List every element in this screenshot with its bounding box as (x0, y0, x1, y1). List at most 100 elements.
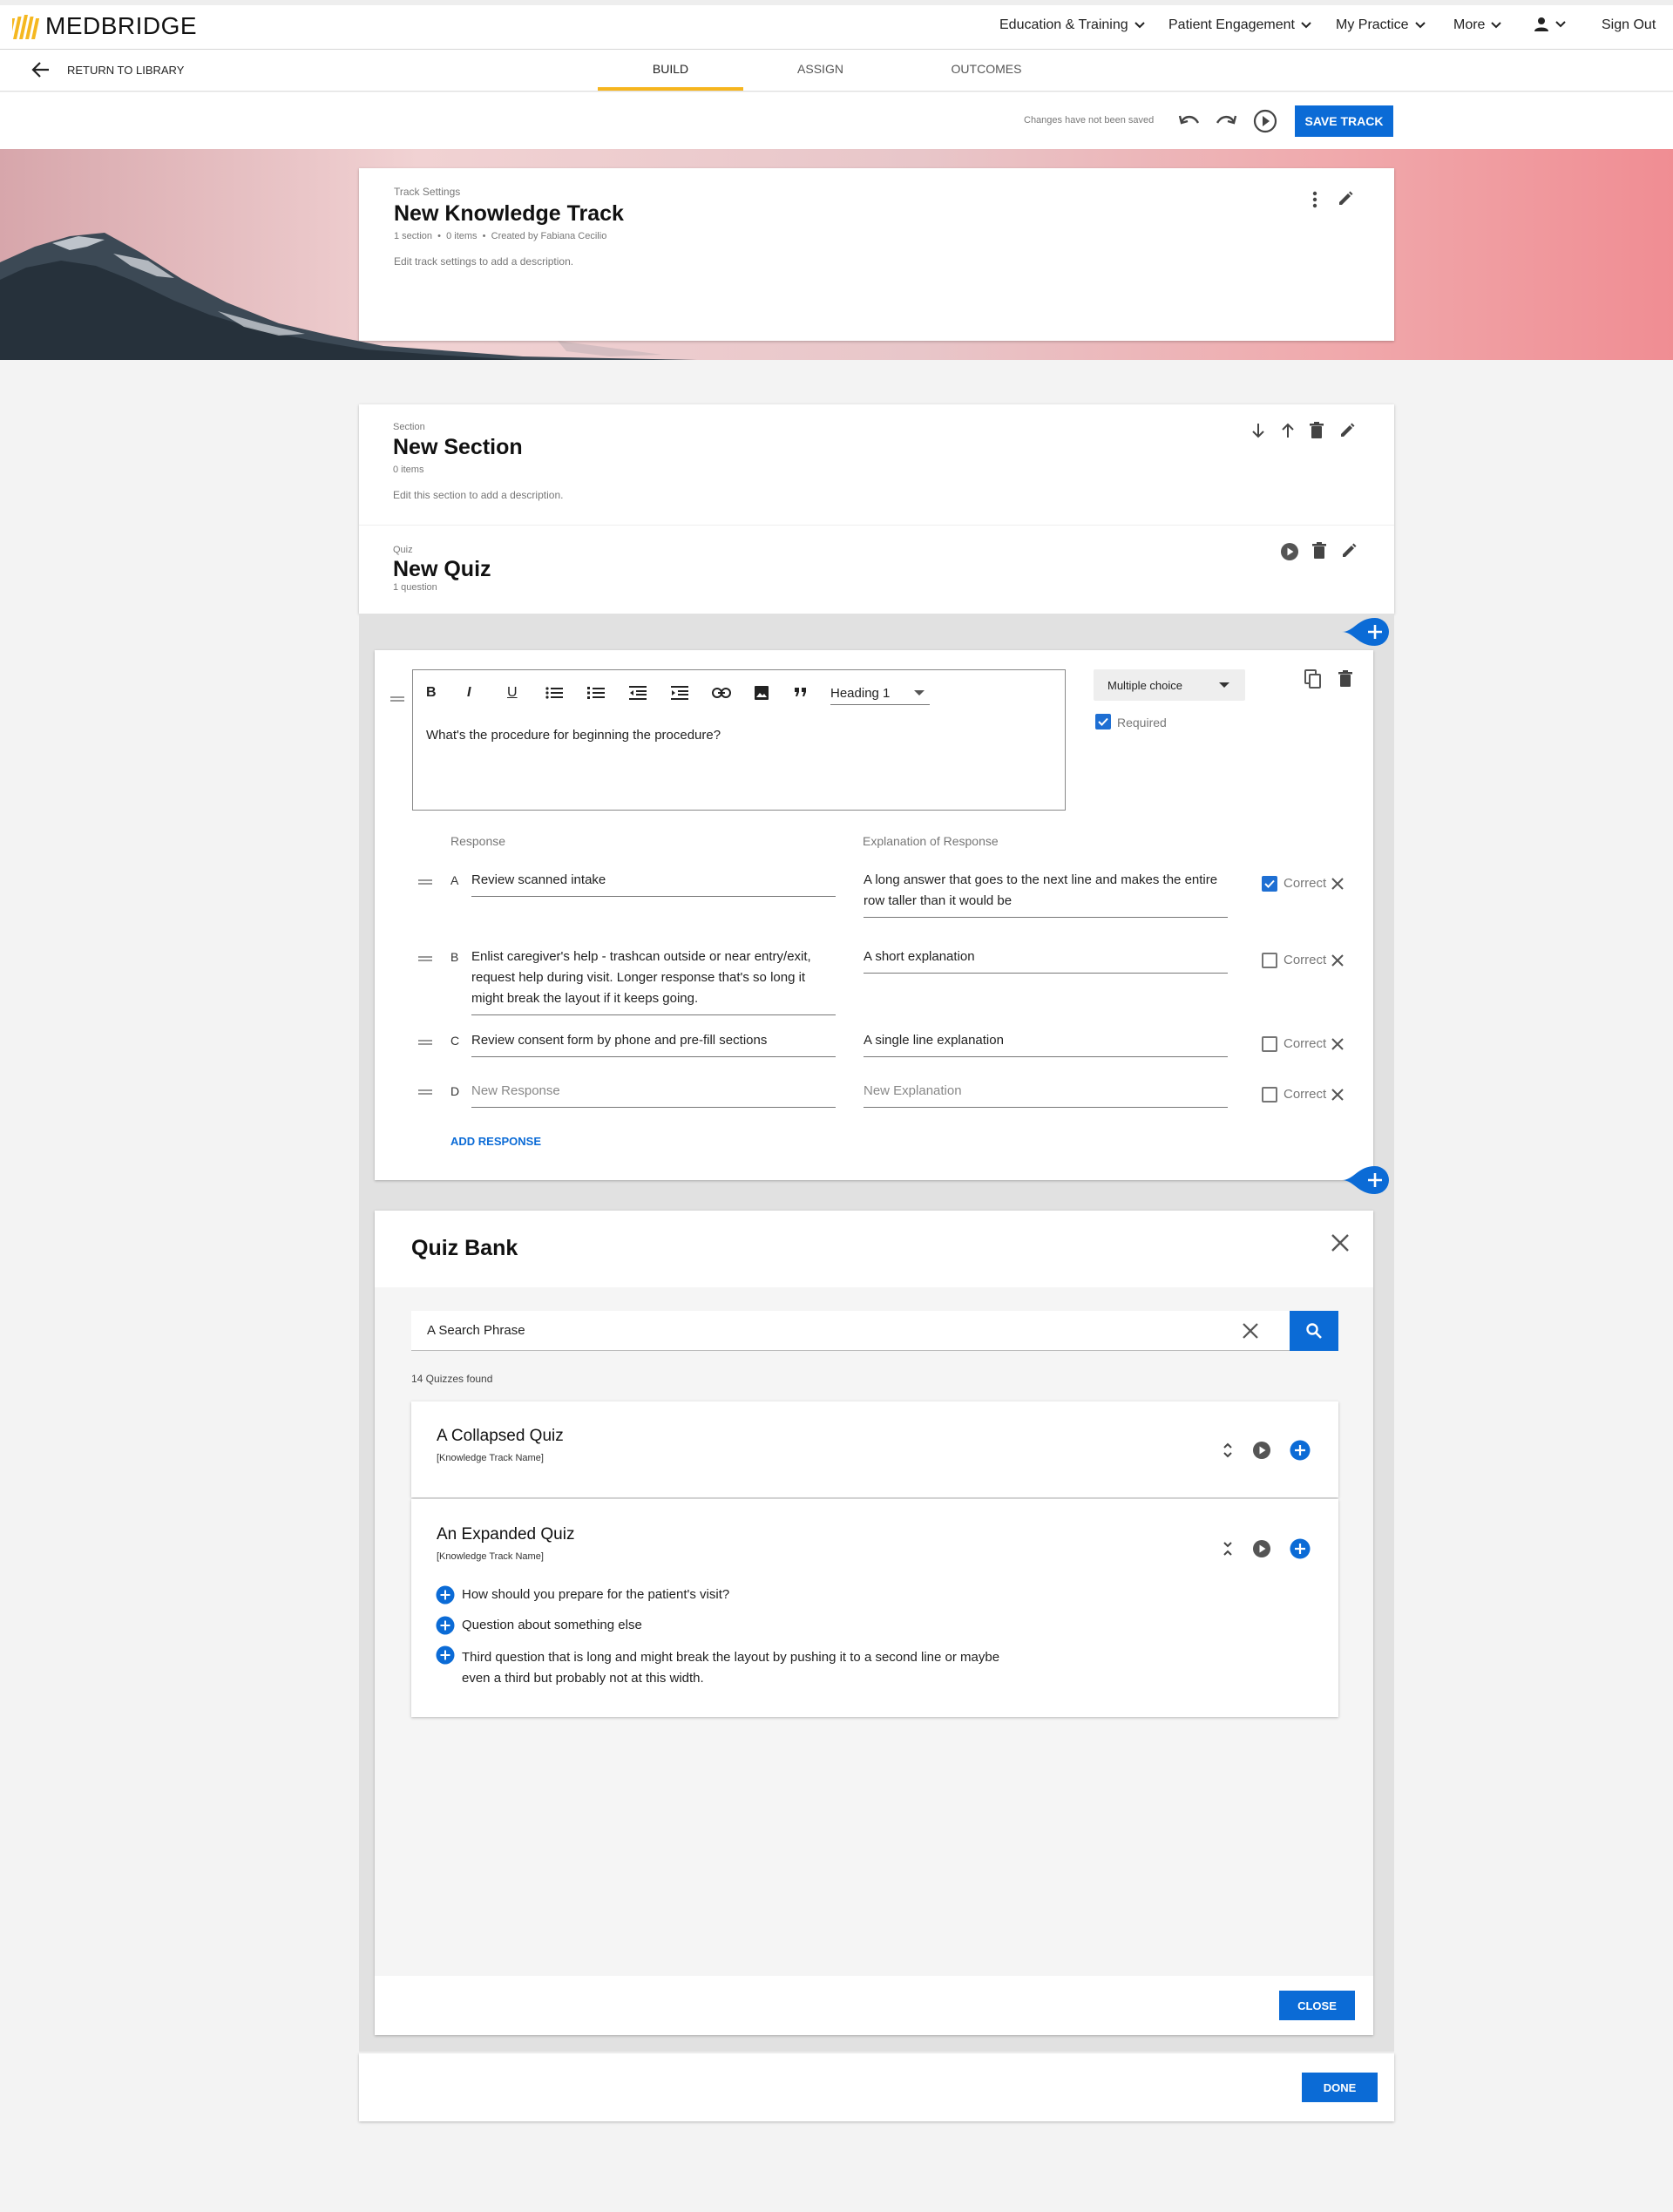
edit-pencil-icon[interactable] (1337, 190, 1354, 207)
tab-outcomes[interactable]: OUTCOMES (915, 62, 1058, 76)
undo-icon[interactable] (1178, 112, 1201, 129)
section-kicker: Section (393, 422, 425, 432)
preview-play-icon[interactable] (1252, 1539, 1271, 1558)
required-label: Required (1117, 716, 1167, 729)
preview-play-icon[interactable] (1253, 109, 1277, 133)
remove-response-icon[interactable] (1331, 1037, 1344, 1051)
save-track-button[interactable]: SAVE TRACK (1295, 105, 1393, 137)
remove-response-icon[interactable] (1331, 953, 1344, 967)
save-toolbar (0, 92, 1673, 149)
tab-build[interactable]: BUILD (598, 62, 743, 76)
nav-patient-engagement[interactable]: Patient Engagement (1168, 17, 1312, 33)
section-card: Section New Section 0 items Edit this se… (359, 404, 1394, 614)
explanation-input[interactable]: A long answer that goes to the next line… (864, 870, 1228, 918)
move-up-arrow-icon[interactable] (1280, 422, 1296, 439)
drag-handle-icon[interactable] (418, 956, 432, 961)
duplicate-copy-icon[interactable] (1304, 669, 1322, 689)
quiz-search-input[interactable]: A Search Phrase (411, 1311, 1300, 1351)
move-down-arrow-icon[interactable] (1250, 422, 1266, 439)
response-input[interactable]: Review scanned intake (471, 870, 836, 897)
done-bar: DONE (359, 2053, 1394, 2121)
edit-pencil-icon[interactable] (1340, 542, 1358, 560)
add-question-icon[interactable] (436, 1585, 455, 1605)
response-input[interactable]: Enlist caregiver's help - trashcan outsi… (471, 947, 836, 1015)
correct-checkbox[interactable] (1262, 876, 1277, 892)
quiz-bank-panel: Quiz Bank A Search Phrase 14 Quizzes fou… (375, 1211, 1373, 2035)
quiz-kicker: Quiz (393, 545, 413, 555)
add-item-tab-icon[interactable] (1342, 616, 1394, 648)
question-type-value: Multiple choice (1107, 679, 1182, 692)
close-icon[interactable] (1331, 1233, 1350, 1252)
clear-search-icon[interactable] (1242, 1322, 1259, 1340)
preview-play-icon[interactable] (1252, 1441, 1271, 1460)
sign-out-link[interactable]: Sign Out (1602, 17, 1656, 33)
correct-checkbox[interactable] (1262, 953, 1277, 968)
collapse-icon[interactable] (1222, 1539, 1234, 1558)
add-quiz-icon[interactable] (1290, 1440, 1311, 1461)
add-item-tab-icon[interactable] (1342, 1164, 1394, 1196)
drag-handle-icon[interactable] (418, 879, 432, 885)
tab-assign[interactable]: ASSIGN (749, 62, 891, 76)
outdent-icon[interactable] (629, 686, 647, 700)
preview-play-icon[interactable] (1280, 542, 1299, 561)
drag-handle-icon[interactable] (418, 1040, 432, 1045)
response-input[interactable]: New Response (471, 1081, 836, 1108)
explanation-input[interactable]: A single line explanation (864, 1030, 1228, 1057)
quiz-result-subtitle: [Knowledge Track Name] (437, 1551, 544, 1562)
nav-my-practice[interactable]: My Practice (1336, 17, 1426, 33)
add-question-icon[interactable] (436, 1645, 455, 1665)
required-checkbox[interactable] (1095, 714, 1111, 729)
add-response-button[interactable]: ADD RESPONSE (450, 1135, 541, 1148)
heading-select[interactable]: Heading 1 (830, 681, 930, 705)
link-icon[interactable] (712, 687, 731, 699)
numbered-list-icon[interactable] (587, 686, 605, 700)
nav-label: Patient Engagement (1168, 17, 1295, 32)
more-vert-icon[interactable] (1311, 190, 1319, 209)
italic-icon[interactable]: I (467, 685, 471, 701)
account-menu[interactable] (1534, 17, 1567, 32)
delete-trash-icon[interactable] (1310, 422, 1324, 439)
back-arrow-icon[interactable] (31, 61, 51, 78)
drag-handle-icon[interactable] (390, 696, 404, 702)
nav-education-training[interactable]: Education & Training (999, 17, 1146, 33)
add-quiz-icon[interactable] (1290, 1538, 1311, 1559)
rich-text-editor[interactable]: B I U Heading 1 What's the procedure for… (412, 669, 1066, 811)
delete-trash-icon[interactable] (1338, 670, 1352, 688)
correct-label: Correct (1284, 1036, 1327, 1051)
remove-response-icon[interactable] (1331, 877, 1344, 891)
medbridge-logo-icon[interactable] (12, 15, 40, 39)
question-type-select[interactable]: Multiple choice (1094, 669, 1245, 701)
expand-icon[interactable] (1222, 1441, 1234, 1460)
explanation-input[interactable]: New Explanation (864, 1081, 1228, 1108)
logo-text[interactable]: MEDBRIDGE (45, 12, 197, 40)
remove-response-icon[interactable] (1331, 1088, 1344, 1102)
close-button[interactable]: CLOSE (1279, 1991, 1355, 2020)
track-kicker: Track Settings (394, 186, 461, 198)
explanation-input[interactable]: A short explanation (864, 947, 1228, 974)
chevron-down-icon (1414, 21, 1426, 30)
underline-icon[interactable]: U (507, 685, 518, 701)
image-icon[interactable] (754, 685, 769, 701)
question-card: B I U Heading 1 What's the procedure for… (375, 650, 1373, 1180)
bullet-list-icon[interactable] (545, 686, 563, 700)
edit-pencil-icon[interactable] (1338, 422, 1356, 439)
checkmark-icon (1264, 879, 1275, 888)
track-description: Edit track settings to add a description… (394, 255, 574, 268)
correct-checkbox[interactable] (1262, 1087, 1277, 1103)
quote-icon[interactable] (794, 686, 808, 698)
indent-icon[interactable] (671, 686, 688, 700)
correct-checkbox[interactable] (1262, 1036, 1277, 1052)
explanation-column-header: Explanation of Response (863, 834, 999, 848)
nav-more[interactable]: More (1453, 17, 1502, 33)
quiz-result-card[interactable]: An Expanded Quiz [Knowledge Track Name] … (411, 1499, 1338, 1717)
bold-icon[interactable]: B (426, 685, 437, 701)
drag-handle-icon[interactable] (418, 1089, 432, 1095)
response-input[interactable]: Review consent form by phone and pre-fil… (471, 1030, 836, 1057)
add-question-icon[interactable] (436, 1616, 455, 1635)
delete-trash-icon[interactable] (1312, 542, 1326, 560)
return-to-library-link[interactable]: RETURN TO LIBRARY (67, 64, 184, 77)
done-button[interactable]: DONE (1302, 2073, 1378, 2102)
quiz-result-card[interactable]: A Collapsed Quiz [Knowledge Track Name] (411, 1401, 1338, 1497)
redo-icon[interactable] (1215, 112, 1237, 129)
search-button[interactable] (1290, 1311, 1338, 1351)
